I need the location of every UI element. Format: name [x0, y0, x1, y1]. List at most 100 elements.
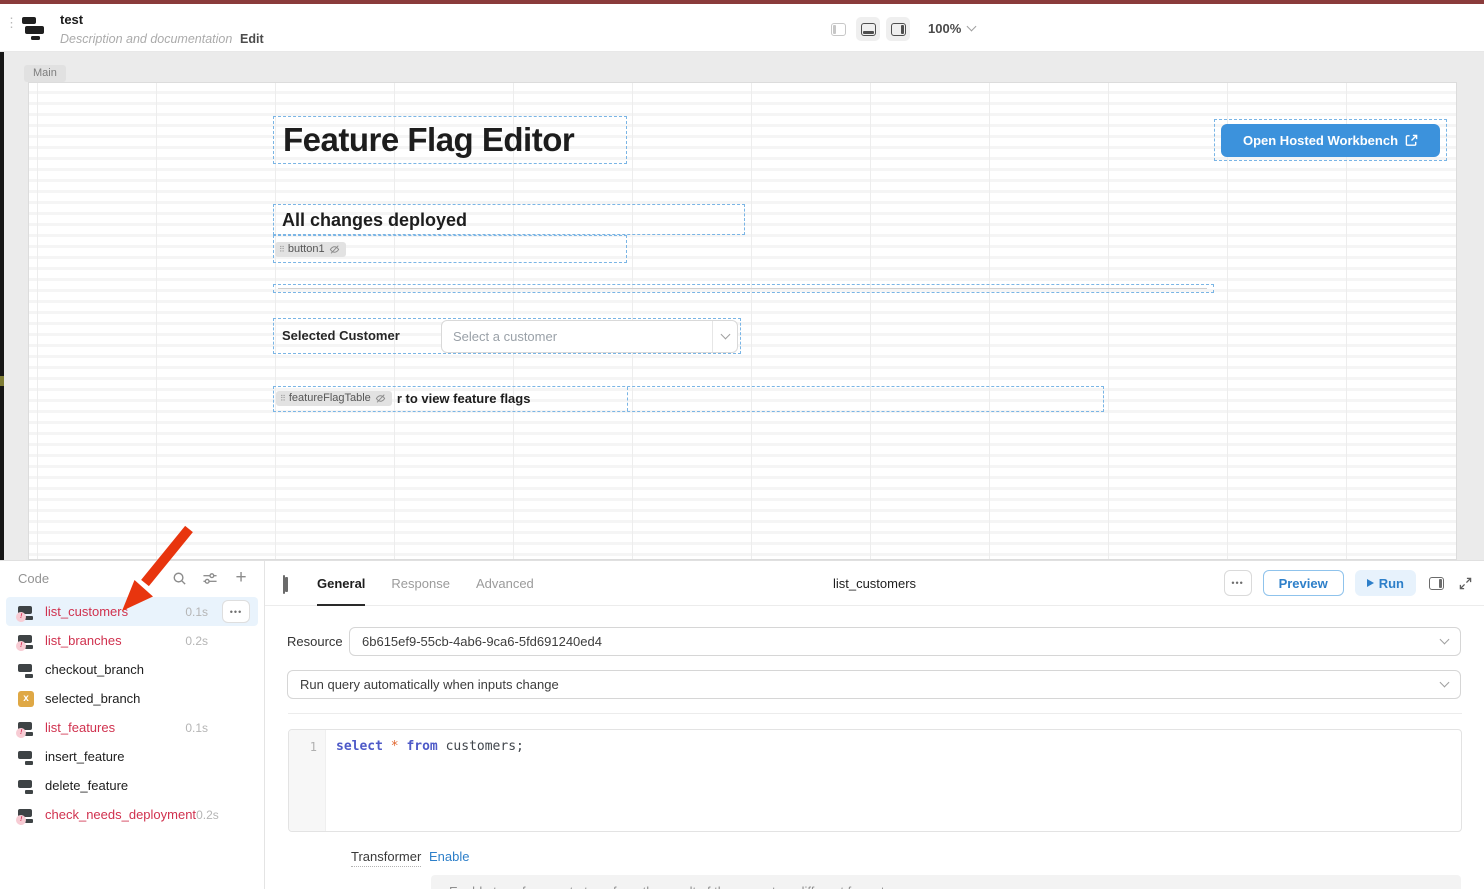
query-list: ! list_customers 0.1s •••! list_branches 0.2s…: [0, 595, 264, 829]
component-tag-label: button1: [288, 243, 325, 255]
hidden-eye-icon: [329, 244, 340, 255]
app-title: test: [60, 12, 83, 27]
filter-sliders-icon[interactable]: [201, 569, 219, 587]
run-mode-select[interactable]: Run query automatically when inputs chan…: [287, 670, 1461, 699]
sql-code-line[interactable]: select * from customers;: [326, 730, 1461, 831]
resource-query-icon: [18, 749, 35, 765]
query-run-time: 0.1s: [185, 721, 208, 735]
resource-query-icon: [18, 778, 35, 794]
status-text-selection[interactable]: All changes deployed: [273, 204, 745, 235]
query-list-item-list_features[interactable]: ! list_features 0.1s: [6, 713, 258, 742]
drag-grip-icon: ⠿: [279, 245, 284, 254]
query-more-button[interactable]: •••: [1224, 570, 1252, 596]
drag-handle-icon[interactable]: ⋮: [5, 18, 18, 28]
divider-line: [278, 288, 1207, 289]
panel-toggle-group: [826, 17, 910, 41]
sql-editor[interactable]: 1 select * from customers;: [288, 729, 1462, 832]
query-name: checkout_branch: [45, 662, 144, 677]
query-editor-header: GeneralResponseAdvanced list_customers •…: [265, 561, 1484, 606]
chevron-down-icon: [1440, 678, 1450, 688]
query-list-item-checkout_branch[interactable]: checkout_branch: [6, 655, 258, 684]
canvas-zoom-control[interactable]: 100%: [928, 21, 975, 36]
query-run-time: 0.1s: [185, 605, 208, 619]
resource-value: 6b615ef9-55cb-4ab6-9ca6-5fd691240ed4: [350, 634, 1441, 649]
search-icon[interactable]: [170, 569, 188, 587]
button1-component-selection[interactable]: ⠿ button1: [273, 235, 627, 263]
query-item-more-button[interactable]: •••: [222, 600, 250, 623]
zoom-level: 100%: [928, 21, 961, 36]
button1-component-tag[interactable]: ⠿ button1: [275, 242, 346, 257]
query-name: delete_feature: [45, 778, 128, 793]
query-list-item-insert_feature[interactable]: insert_feature: [6, 742, 258, 771]
query-run-time: 0.2s: [185, 634, 208, 648]
resource-query-icon: !: [18, 604, 35, 620]
drag-grip-icon: ⠿: [280, 394, 285, 403]
chevron-down-icon: [1440, 635, 1450, 645]
resource-label: Resource: [287, 634, 343, 649]
query-name: check_needs_deployment: [45, 807, 196, 822]
hidden-eye-icon: [375, 393, 386, 404]
variable-icon: x: [18, 691, 34, 707]
preview-button[interactable]: Preview: [1263, 570, 1344, 596]
transformer-hint-text: Enable transformers to transform the res…: [449, 884, 884, 889]
collapsed-left-panel-edge: [0, 52, 4, 560]
deploy-status-text: All changes deployed: [274, 205, 744, 235]
run-button-label: Run: [1379, 576, 1404, 591]
query-list-item-list_customers[interactable]: ! list_customers 0.1s •••: [6, 597, 258, 626]
transformer-enable-link[interactable]: Enable: [429, 849, 469, 864]
play-icon: [1367, 579, 1374, 587]
workbench-button-selection: Open Hosted Workbench: [1214, 119, 1447, 161]
toggle-bottom-panel-icon[interactable]: [856, 17, 880, 41]
text-component-edge: [627, 387, 628, 411]
customer-select-input[interactable]: Select a customer: [441, 320, 738, 353]
expand-panel-icon[interactable]: [1456, 574, 1474, 592]
query-list-item-list_branches[interactable]: ! list_branches 0.2s: [6, 626, 258, 655]
resource-query-icon: [18, 662, 35, 678]
transformer-hint-box: Enable transformers to transform the res…: [431, 875, 1461, 889]
feature-flag-table-tag[interactable]: ⠿ featureFlagTable: [276, 391, 392, 406]
query-name: list_branches: [45, 633, 122, 648]
resource-select[interactable]: 6b615ef9-55cb-4ab6-9ca6-5fd691240ed4: [349, 627, 1461, 656]
app-description-placeholder: Description and documentation: [60, 32, 232, 46]
app-header: ⋮ test Description and documentation Edi…: [0, 4, 1484, 52]
page-tab-main[interactable]: Main: [24, 65, 66, 82]
workbench-button-label: Open Hosted Workbench: [1243, 133, 1398, 148]
query-name: list_features: [45, 720, 115, 735]
divider-component-selection[interactable]: [273, 284, 1214, 293]
customer-select-placeholder: Select a customer: [442, 329, 712, 344]
title-component-selection[interactable]: Feature Flag Editor: [273, 116, 627, 164]
query-run-time: 0.2s: [196, 808, 219, 822]
query-name: selected_branch: [45, 691, 140, 706]
edit-description-button[interactable]: Edit: [240, 32, 264, 46]
toggle-right-panel-icon[interactable]: [886, 17, 910, 41]
table-hint-text: r to view feature flags: [397, 391, 531, 406]
toggle-left-panel-icon[interactable]: [826, 17, 850, 41]
query-name: list_customers: [45, 604, 128, 619]
code-panel-title: Code: [18, 571, 170, 586]
open-hosted-workbench-button[interactable]: Open Hosted Workbench: [1221, 124, 1440, 157]
canvas-region: Main Feature Flag Editor Open Hosted Wor…: [0, 52, 1484, 560]
sql-line-number: 1: [289, 730, 326, 831]
chevron-down-icon: [967, 22, 977, 32]
feature-flag-table-selection[interactable]: ⠿ featureFlagTable r to view feature fla…: [273, 386, 1104, 412]
component-tag-label: featureFlagTable: [289, 392, 371, 404]
query-list-item-selected_branch[interactable]: x selected_branch: [6, 684, 258, 713]
chevron-down-icon: [720, 330, 730, 340]
query-list-item-check_needs_deployment[interactable]: !check_needs_deployment0.2s: [6, 800, 258, 829]
query-list-item-delete_feature[interactable]: delete_feature: [6, 771, 258, 800]
bottom-panel: Code + ! list_customers 0.1s •••! list_branc…: [0, 560, 1484, 889]
query-editor-panel: GeneralResponseAdvanced list_customers •…: [265, 561, 1484, 889]
toggle-right-panel-icon[interactable]: [1427, 574, 1445, 592]
resource-query-icon: !: [18, 720, 35, 736]
code-panel: Code + ! list_customers 0.1s •••! list_branc…: [0, 561, 265, 889]
customer-select-dropdown-button[interactable]: [712, 321, 737, 352]
run-mode-value: Run query automatically when inputs chan…: [288, 677, 1441, 692]
resource-query-icon: !: [18, 633, 35, 649]
section-divider: [288, 713, 1462, 714]
run-button[interactable]: Run: [1355, 570, 1416, 596]
add-query-button[interactable]: +: [232, 569, 250, 587]
customer-select-component-selection: Selected Customer Select a customer: [273, 318, 741, 354]
query-name: insert_feature: [45, 749, 125, 764]
app-heading-text: Feature Flag Editor: [274, 117, 626, 163]
app-logo-icon[interactable]: [20, 16, 48, 42]
